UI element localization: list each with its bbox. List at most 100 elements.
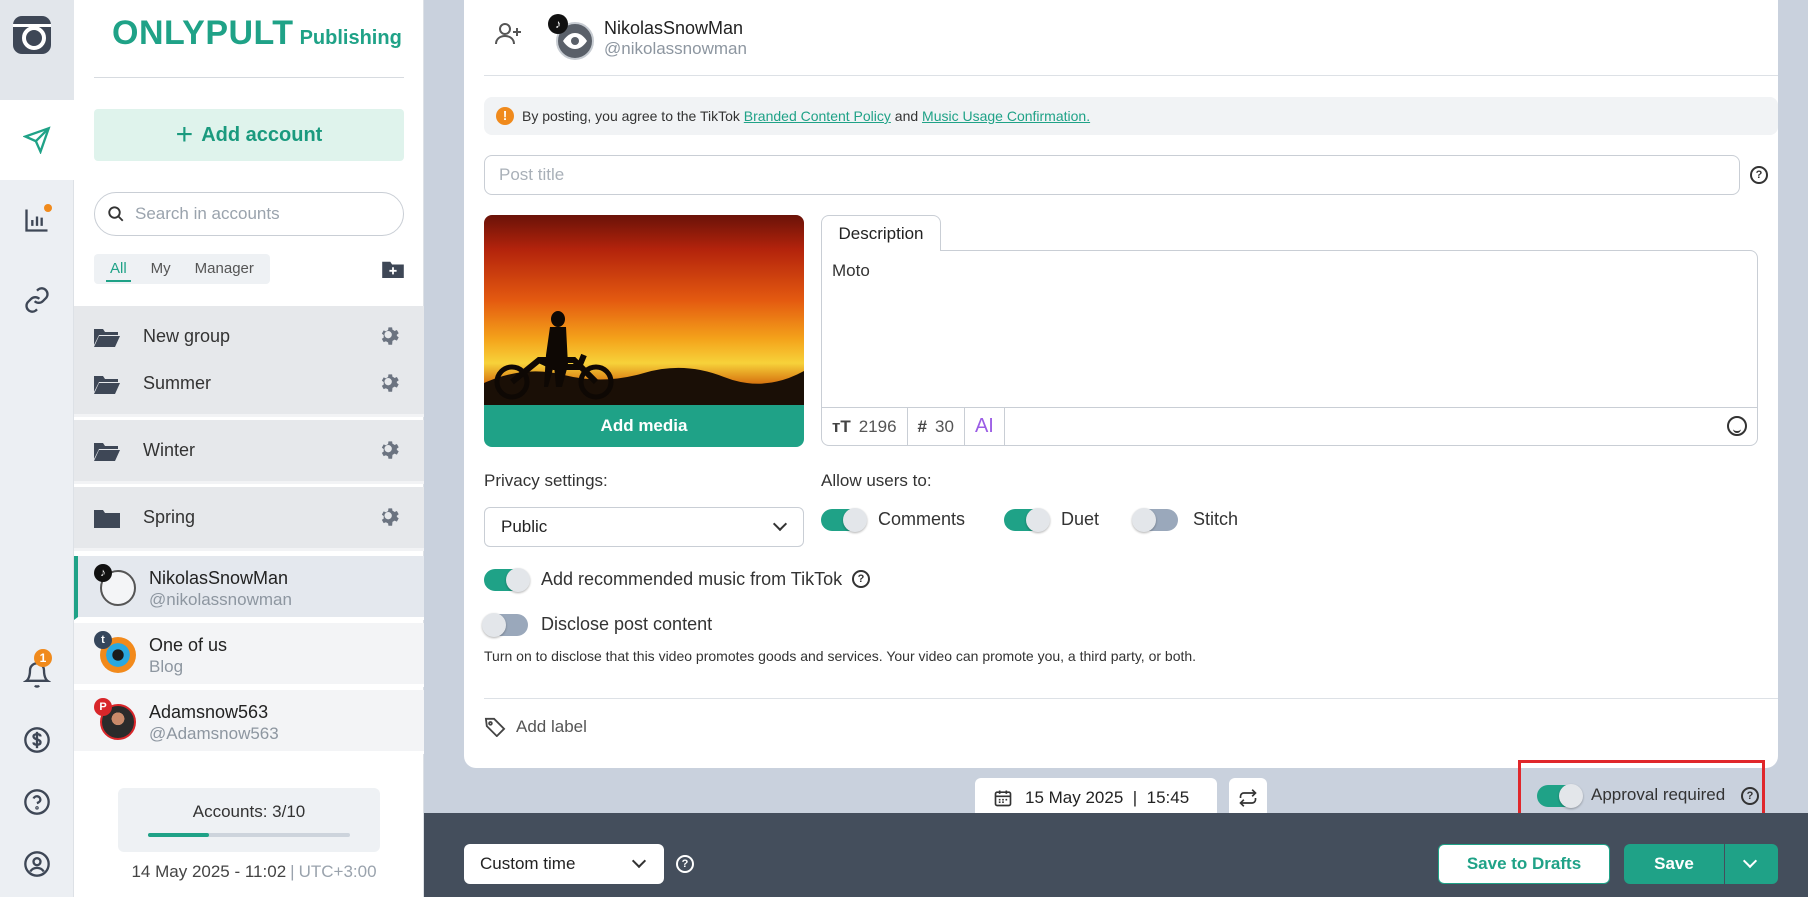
gear-icon[interactable] [379, 373, 401, 395]
comments-toggle[interactable] [821, 508, 867, 532]
account-handle: @Adamsnow563 [149, 724, 279, 743]
add-account-button[interactable]: + Add account [94, 109, 404, 161]
calendar-icon [994, 790, 1012, 807]
filter-manager[interactable]: Manager [183, 254, 266, 284]
group-name: Summer [143, 373, 212, 393]
save-options-button[interactable] [1725, 844, 1778, 884]
tab-description[interactable]: Description [821, 215, 941, 251]
stitch-toggle[interactable] [1132, 508, 1178, 532]
group-winter[interactable]: Winter [74, 420, 424, 484]
recommended-music-toggle[interactable] [484, 568, 530, 592]
accounts-usage: Accounts: 3/10 [118, 788, 380, 852]
help-icon[interactable]: ? [676, 855, 694, 873]
toggle-knob [1559, 784, 1583, 808]
notice-and: and [894, 108, 919, 124]
plus-icon: + [175, 118, 194, 151]
brand-product: Publishing [299, 27, 402, 49]
paper-plane-icon [23, 126, 51, 154]
timezone[interactable]: UTC+3:00 [299, 862, 377, 881]
time-mode-value: Custom time [480, 854, 576, 873]
emoji-icon[interactable] [1727, 416, 1747, 436]
save-button[interactable]: Save [1624, 844, 1724, 884]
schedule-date: 15 May 2025 [1025, 788, 1124, 807]
account-adamsnow563[interactable]: P Adamsnow563 @Adamsnow563 [74, 690, 424, 754]
branded-content-policy-link[interactable]: Branded Content Policy [744, 108, 891, 124]
toggle-knob [506, 568, 530, 592]
add-user-icon[interactable] [494, 22, 522, 46]
duet-toggle[interactable] [1004, 508, 1050, 532]
music-usage-link[interactable]: Music Usage Confirmation. [922, 108, 1090, 124]
brand: ONLYPULT Publishing [112, 14, 402, 53]
add-media-button[interactable]: Add media [484, 405, 804, 447]
account-nikolassnowman[interactable]: ♪ NikolasSnowMan @nikolassnowman [74, 556, 424, 620]
disclose-content-label: Disclose post content [541, 614, 713, 634]
gear-icon[interactable] [379, 326, 401, 348]
link-icon [25, 287, 49, 313]
user-circle-icon [24, 851, 50, 877]
notification-badge: 1 [34, 649, 52, 667]
new-folder-icon[interactable] [382, 260, 404, 278]
tiktok-icon: ♪ [94, 564, 112, 582]
character-counter: тT 2196 [822, 407, 908, 446]
add-label-link[interactable]: Add label [516, 717, 587, 737]
accounts-panel: ONLYPULT Publishing + Add account All My… [74, 0, 424, 897]
post-title-input[interactable] [484, 155, 1740, 195]
toggle-knob [843, 508, 867, 532]
icon-rail: 1 [0, 0, 74, 897]
analytics-dot [44, 204, 52, 212]
pinterest-icon: P [94, 698, 112, 716]
account-filters: All My Manager [94, 254, 270, 284]
tiktok-icon: ♪ [548, 14, 568, 34]
warning-icon: ! [496, 107, 514, 125]
ai-assistant-button[interactable]: AI [965, 407, 1005, 446]
divider [484, 698, 1778, 699]
approval-required-label: Approval required [1591, 785, 1726, 804]
tag-icon [484, 717, 506, 737]
folder-open-icon [94, 442, 120, 461]
approval-required-toggle[interactable] [1537, 784, 1583, 808]
gear-icon[interactable] [379, 440, 401, 462]
description-editor: Moto тT 2196 # 30 AI [821, 250, 1758, 446]
disclose-content-toggle[interactable] [482, 613, 528, 637]
rail-publishing[interactable] [0, 100, 74, 180]
rail-analytics[interactable] [0, 180, 74, 260]
rail-links[interactable] [0, 260, 74, 340]
repeat-icon [1239, 789, 1257, 807]
current-datetime: 14 May 2025 - 11:02 | UTC+3:00 [131, 862, 377, 881]
schedule-datetime[interactable]: 15 May 2025 | 15:45 [975, 778, 1217, 818]
group-spring[interactable]: Spring [74, 487, 424, 551]
rail-profile[interactable] [0, 824, 74, 897]
selected-account-handle: @nikolassnowman [604, 39, 747, 58]
media-thumbnail[interactable] [484, 215, 804, 405]
datetime-value: 14 May 2025 - 11:02 [131, 862, 287, 881]
repeat-button[interactable] [1229, 778, 1267, 818]
brand-name: ONLYPULT [112, 14, 294, 52]
dollar-icon [24, 727, 50, 753]
hashtags-left: 30 [935, 416, 954, 436]
account-one-of-us[interactable]: t One of us Blog [74, 623, 424, 687]
privacy-select[interactable]: Public [484, 507, 804, 547]
filter-my[interactable]: My [139, 254, 183, 284]
group-summer[interactable]: Summer [74, 353, 424, 417]
search-input[interactable] [135, 204, 375, 224]
help-icon[interactable]: ? [1741, 787, 1759, 805]
chevron-down-icon [1742, 853, 1758, 869]
time-mode-select[interactable]: Custom time [464, 844, 664, 884]
gear-icon[interactable] [379, 507, 401, 529]
help-icon[interactable]: ? [1750, 166, 1768, 184]
chevron-down-icon [631, 853, 647, 869]
filter-all[interactable]: All [98, 254, 139, 284]
chars-left: 2196 [858, 416, 897, 436]
description-textarea[interactable]: Moto [832, 261, 1742, 401]
post-editor: ♪ NikolasSnowMan @nikolassnowman ! By po… [464, 0, 1778, 768]
allow-users-label: Allow users to: [821, 471, 932, 490]
help-icon[interactable]: ? [852, 570, 870, 588]
group-name: New group [143, 326, 231, 346]
schedule-time: 15:45 [1146, 788, 1190, 807]
notice-text: By posting, you agree to the TikTok [522, 108, 740, 124]
accounts-progress [148, 833, 350, 837]
app-logo[interactable] [0, 0, 74, 100]
save-to-drafts-button[interactable]: Save to Drafts [1438, 844, 1610, 884]
privacy-label: Privacy settings: [484, 471, 608, 490]
account-handle: Blog [149, 657, 184, 676]
